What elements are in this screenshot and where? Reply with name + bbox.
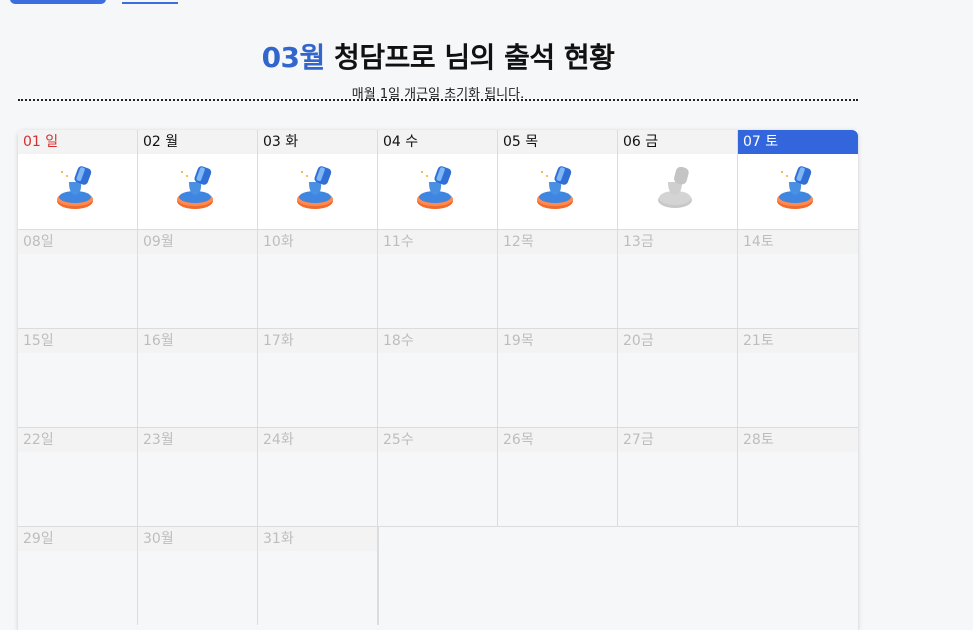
attendance-calendar: 01 일 02 월 03 화 04 수 05 목 06 금 07 토 08일 0… <box>18 130 858 630</box>
top-link[interactable] <box>122 0 178 4</box>
attendance-stamp-icon <box>295 164 341 212</box>
calendar-day[interactable]: 17화 <box>258 329 378 427</box>
calendar-week-3: 15일 16월 17화 18수 19목 20금 21토 <box>18 329 858 428</box>
calendar-week-1: 01 일 02 월 03 화 04 수 05 목 06 금 07 토 <box>18 130 858 230</box>
calendar-day[interactable]: 25수 <box>378 428 498 526</box>
day-label: 03 화 <box>258 130 377 154</box>
attendance-stamp-icon <box>535 164 581 212</box>
calendar-day[interactable]: 30월 <box>138 527 258 625</box>
top-primary-button[interactable] <box>10 0 106 4</box>
calendar-week-2: 08일 09월 10화 11수 12목 13금 14토 <box>18 230 858 329</box>
calendar-day[interactable]: 27금 <box>618 428 738 526</box>
day-label: 15일 <box>18 329 137 353</box>
day-label: 06 금 <box>618 130 737 154</box>
calendar-day[interactable]: 28토 <box>738 428 858 526</box>
day-label: 19목 <box>498 329 617 353</box>
calendar-day[interactable]: 10화 <box>258 230 378 328</box>
day-label: 30월 <box>138 527 257 551</box>
calendar-day[interactable]: 16월 <box>138 329 258 427</box>
day-label: 02 월 <box>138 130 257 154</box>
attendance-stamp-icon <box>175 164 221 212</box>
day-label: 20금 <box>618 329 737 353</box>
calendar-day-03[interactable]: 03 화 <box>258 130 378 229</box>
attendance-stamp-icon <box>55 164 101 212</box>
page-title: 03월 청담프로 님의 출석 현황 <box>18 36 858 76</box>
title-text: 청담프로 님의 출석 현황 <box>324 41 615 74</box>
calendar-empty-cell <box>378 527 498 625</box>
calendar-day-01[interactable]: 01 일 <box>18 130 138 229</box>
calendar-day-07-today[interactable]: 07 토 <box>738 130 858 229</box>
day-label: 10화 <box>258 230 377 254</box>
day-label: 28토 <box>738 428 858 452</box>
day-label: 16월 <box>138 329 257 353</box>
day-label: 12목 <box>498 230 617 254</box>
calendar-week-4: 22일 23월 24화 25수 26목 27금 28토 <box>18 428 858 527</box>
calendar-day[interactable]: 15일 <box>18 329 138 427</box>
calendar-day[interactable]: 29일 <box>18 527 138 625</box>
calendar-day[interactable]: 14토 <box>738 230 858 328</box>
calendar-day[interactable]: 31화 <box>258 527 378 625</box>
day-label: 22일 <box>18 428 137 452</box>
calendar-day[interactable]: 21토 <box>738 329 858 427</box>
day-label: 23월 <box>138 428 257 452</box>
calendar-day[interactable]: 23월 <box>138 428 258 526</box>
day-label: 24화 <box>258 428 377 452</box>
calendar-day[interactable]: 09월 <box>138 230 258 328</box>
day-label: 26목 <box>498 428 617 452</box>
calendar-day[interactable]: 13금 <box>618 230 738 328</box>
day-label: 31화 <box>258 527 377 551</box>
calendar-day[interactable]: 11수 <box>378 230 498 328</box>
day-label: 13금 <box>618 230 737 254</box>
day-label: 27금 <box>618 428 737 452</box>
calendar-day[interactable]: 20금 <box>618 329 738 427</box>
calendar-day-04[interactable]: 04 수 <box>378 130 498 229</box>
calendar-day[interactable]: 08일 <box>18 230 138 328</box>
day-label: 25수 <box>378 428 497 452</box>
day-label: 01 일 <box>18 130 137 154</box>
calendar-day[interactable]: 26목 <box>498 428 618 526</box>
calendar-day-05[interactable]: 05 목 <box>498 130 618 229</box>
day-label: 18수 <box>378 329 497 353</box>
dotted-divider <box>18 99 858 101</box>
title-month: 03월 <box>261 41 326 74</box>
day-label: 21토 <box>738 329 858 353</box>
calendar-day-02[interactable]: 02 월 <box>138 130 258 229</box>
calendar-day[interactable]: 18수 <box>378 329 498 427</box>
day-label: 17화 <box>258 329 377 353</box>
day-label: 09월 <box>138 230 257 254</box>
calendar-day[interactable]: 22일 <box>18 428 138 526</box>
day-label: 14토 <box>738 230 858 254</box>
day-label: 29일 <box>18 527 137 551</box>
attendance-stamp-icon <box>775 164 821 212</box>
calendar-week-5: 29일 30월 31화 <box>18 527 858 625</box>
day-label: 05 목 <box>498 130 617 154</box>
calendar-day[interactable]: 12목 <box>498 230 618 328</box>
day-label: 04 수 <box>378 130 497 154</box>
day-label: 08일 <box>18 230 137 254</box>
day-label: 11수 <box>378 230 497 254</box>
missed-stamp-icon <box>655 164 701 212</box>
calendar-day[interactable]: 19목 <box>498 329 618 427</box>
attendance-stamp-icon <box>415 164 461 212</box>
calendar-day-06[interactable]: 06 금 <box>618 130 738 229</box>
day-label: 07 토 <box>738 130 858 154</box>
attendance-header: 03월 청담프로 님의 출석 현황 매월 1일 개근일 초기화 됩니다. <box>18 36 858 102</box>
calendar-day[interactable]: 24화 <box>258 428 378 526</box>
